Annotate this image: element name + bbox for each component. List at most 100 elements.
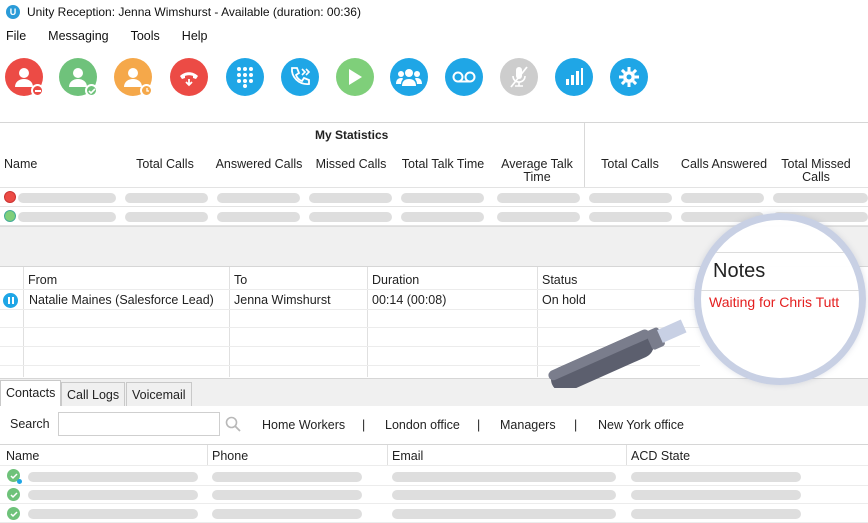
placeholder-cell [212,509,362,519]
column-header-calls-answered[interactable]: Calls Answered [676,158,772,171]
column-header-duration[interactable]: Duration [372,273,419,287]
placeholder-cell [125,193,208,203]
placeholder-cell [125,212,208,222]
group-separator: | [574,418,578,432]
contacts-table: Name Phone Email ACD State [0,444,868,523]
available-icon [7,507,20,520]
gear-icon [619,67,639,87]
call-from: Natalie Maines (Salesforce Lead) [29,293,214,307]
placeholder-cell [309,193,392,203]
header-divider [701,290,859,291]
mute-icon [510,66,528,88]
dnd-button[interactable] [5,58,44,97]
placeholder-cell [392,509,616,519]
column-header-name[interactable]: Name [6,449,39,463]
column-header-total-calls[interactable]: Total Calls [122,158,208,171]
column-header-total-missed-calls[interactable]: Total Missed Calls [776,158,856,184]
column-divider [207,445,208,465]
notes-column-header[interactable]: Notes [713,260,765,283]
conference-button[interactable] [390,58,428,96]
mute-button[interactable] [500,58,538,96]
transfer-icon [291,67,311,85]
search-label: Search [10,417,50,431]
row-divider [0,309,700,310]
column-header-total-calls-2[interactable]: Total Calls [588,158,672,171]
placeholder-cell [631,490,801,500]
statistics-icon [566,68,583,85]
column-header-answered-calls[interactable]: Answered Calls [212,158,306,171]
dialpad-icon [237,67,253,88]
tab-contacts[interactable]: Contacts [0,380,62,407]
statistics-button[interactable] [555,58,593,96]
column-header-name[interactable]: Name [4,158,37,171]
menu-tools[interactable]: Tools [125,29,166,43]
menu-bar: File Messaging Tools Help [0,26,224,46]
placeholder-cell [28,490,198,500]
column-divider [229,267,230,377]
tab-voicemail[interactable]: Voicemail [126,382,192,407]
column-header-acd-state[interactable]: ACD State [631,449,690,463]
play-icon [349,69,362,85]
column-header-status[interactable]: Status [542,273,577,287]
column-header-total-talk-time[interactable]: Total Talk Time [396,158,490,171]
column-header-to[interactable]: To [234,273,247,287]
dnd-icon [15,68,33,87]
phone-status-dot [17,479,22,484]
settings-button[interactable] [610,58,648,96]
call-to: Jenna Wimshurst [234,293,331,307]
group-managers[interactable]: Managers [500,418,556,432]
available-icon [7,488,20,501]
group-separator: | [477,418,481,432]
group-home-workers[interactable]: Home Workers [262,418,345,432]
magnifier-handle [548,319,687,388]
statistics-panel: My Statistics Name Total Calls Answered … [0,122,868,226]
search-icon[interactable] [225,416,241,432]
header-divider [0,465,868,466]
my-statistics-title: My Statistics [315,128,389,142]
transfer-button[interactable] [281,58,319,96]
column-header-missed-calls[interactable]: Missed Calls [310,158,392,171]
menu-messaging[interactable]: Messaging [42,29,114,43]
hangup-button[interactable] [170,58,208,96]
available-button[interactable] [59,58,98,97]
column-divider [626,445,627,465]
placeholder-cell [497,212,580,222]
column-divider [387,445,388,465]
placeholder-cell [392,472,616,482]
dialpad-button[interactable] [226,58,264,96]
available-icon [69,68,87,87]
placeholder-cell [217,212,300,222]
bottom-tabs: Contacts Call Logs Voicemail [0,378,868,407]
column-header-email[interactable]: Email [392,449,423,463]
tab-call-logs[interactable]: Call Logs [61,382,126,407]
away-button[interactable] [114,58,153,97]
play-button[interactable] [336,58,374,96]
placeholder-cell [18,212,116,222]
status-dnd-dot [4,191,16,203]
placeholder-cell [681,193,764,203]
placeholder-cell [631,472,801,482]
away-icon [124,68,142,87]
group-london-office[interactable]: London office [385,418,460,432]
pause-icon [3,293,18,308]
column-header-average-talk-time[interactable]: Average Talk Time [494,158,580,184]
column-header-phone[interactable]: Phone [212,449,248,463]
call-note: Waiting for Chris Tutt [709,294,840,310]
search-bar: Search Home Workers | London office | Ma… [0,406,868,442]
conference-icon [396,69,422,86]
group-separator: | [362,418,366,432]
title-bar: U Unity Reception: Jenna Wimshurst - Ava… [0,0,868,24]
placeholder-cell [773,193,868,203]
column-header-from[interactable]: From [28,273,57,287]
search-input[interactable] [58,412,220,436]
menu-file[interactable]: File [0,29,32,43]
magnifier-lens: Notes Waiting for Chris Tutt [694,213,866,385]
row-divider [0,485,868,486]
voicemail-button[interactable] [445,58,483,96]
placeholder-cell [212,472,362,482]
header-divider [0,289,700,290]
row-divider [701,252,859,253]
group-new-york-office[interactable]: New York office [598,418,684,432]
menu-help[interactable]: Help [176,29,214,43]
header-divider [0,187,868,188]
